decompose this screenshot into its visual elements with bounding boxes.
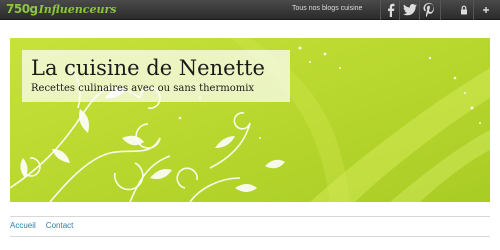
blog-header: La cuisine de Nenette Recettes culinaire…: [10, 38, 490, 202]
main-nav: Accueil Contact: [10, 221, 73, 233]
top-bar: 750g Influenceurs Tous nos blogs cuisine: [0, 0, 500, 20]
divider: [399, 0, 400, 20]
divider: [440, 0, 441, 20]
title-box: La cuisine de Nenette Recettes culinaire…: [22, 50, 290, 102]
twitter-icon[interactable]: [403, 3, 417, 17]
divider: [419, 0, 420, 20]
nav-bottom-border: [10, 236, 490, 237]
nav-item-contact[interactable]: Contact: [46, 221, 74, 233]
lock-icon[interactable]: [458, 4, 470, 16]
pinterest-icon[interactable]: [423, 3, 435, 17]
logo-text: Influenceurs: [38, 3, 117, 16]
all-blogs-link[interactable]: Tous nos blogs cuisine: [292, 5, 362, 12]
brand-logo[interactable]: 750g Influenceurs: [6, 2, 116, 18]
site-tagline: Recettes culinaires avec ou sans thermom…: [31, 83, 255, 94]
facebook-icon[interactable]: [385, 3, 397, 17]
page-title[interactable]: La cuisine de Nenette: [31, 56, 265, 80]
divider: [380, 0, 381, 20]
logo-number: 750g: [6, 2, 38, 16]
plus-icon[interactable]: [480, 4, 492, 16]
divider: [473, 0, 474, 20]
nav-item-accueil[interactable]: Accueil: [10, 221, 36, 233]
nav-top-border: [10, 216, 490, 217]
